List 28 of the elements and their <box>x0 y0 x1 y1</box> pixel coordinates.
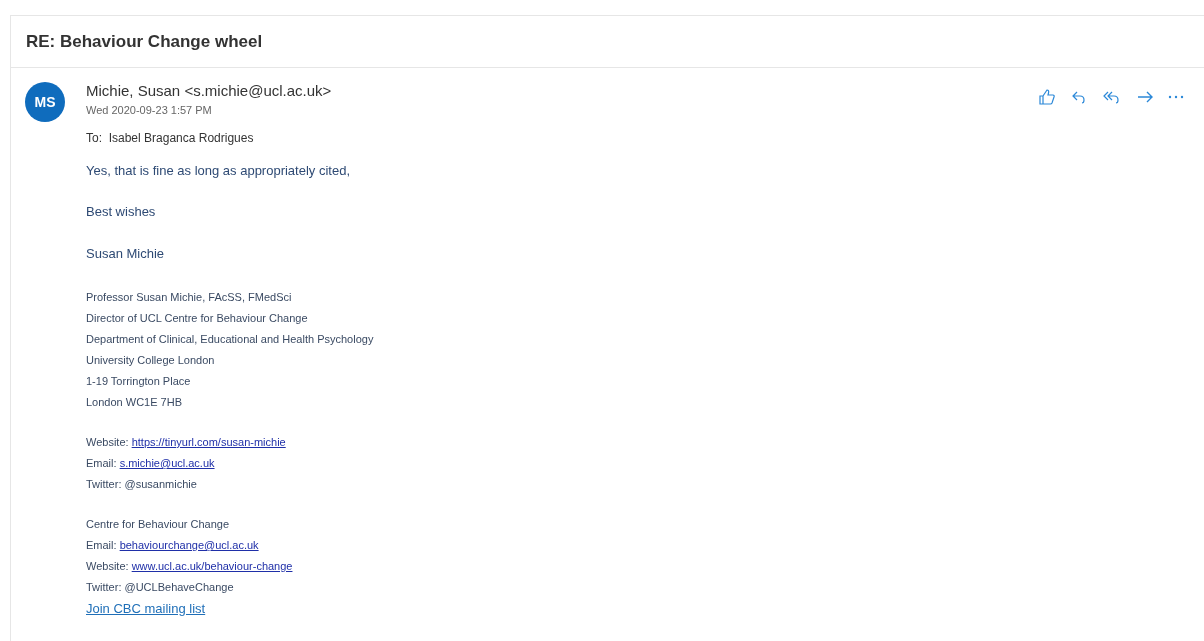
like-icon[interactable] <box>1038 88 1056 106</box>
avatar: MS <box>25 82 65 122</box>
signature-line: Director of UCL Centre for Behaviour Change <box>86 311 308 326</box>
signature-line: 1-19 Torrington Place <box>86 374 191 389</box>
email-subject: RE: Behaviour Change wheel <box>26 30 263 53</box>
sent-date: Wed 2020-09-23 1:57 PM <box>86 103 213 118</box>
message-paragraph: Best wishes <box>86 203 156 221</box>
signature-line: Twitter: @susanmichie <box>86 477 197 492</box>
signature-line: Department of Clinical, Educational and Health Psychology <box>86 332 374 347</box>
signature-line: Email: behaviourchange@ucl.ac.uk <box>86 538 259 553</box>
signature-line: University College London <box>86 353 215 368</box>
message-paragraph: Yes, that is fine as long as appropriately cited, <box>86 161 350 180</box>
signature-line: Website: https://tinyurl.com/susan-michie <box>86 435 286 450</box>
message-paragraph: Susan Michie <box>86 244 165 263</box>
signature-line: Website: www.ucl.ac.uk/behaviour-change <box>86 559 293 574</box>
link[interactable]: behaviourchange@ucl.ac.uk <box>119 539 259 551</box>
link[interactable]: Join CBC mailing list <box>86 601 206 616</box>
signature-line: Twitter: @UCLBehaveChange <box>86 580 234 595</box>
link[interactable]: https://tinyurl.com/susan-michie <box>131 436 286 448</box>
signature-line: Centre for Behaviour Change <box>86 517 230 532</box>
sender-name: Michie, Susan <s.michie@ucl.ac.uk> <box>86 82 332 100</box>
signature-line: Professor Susan Michie, FAcSS, FMedSci <box>86 290 292 305</box>
link[interactable]: www.ucl.ac.uk/behaviour-change <box>131 560 293 572</box>
recipient-line: To: Isabel Braganca Rodrigues <box>86 129 255 147</box>
signature-line: London WC1E 7HB <box>86 395 182 410</box>
link[interactable]: s.michie@ucl.ac.uk <box>119 457 215 469</box>
signature-line: Email: s.michie@ucl.ac.uk <box>86 456 215 471</box>
more-icon[interactable] <box>1168 95 1184 99</box>
